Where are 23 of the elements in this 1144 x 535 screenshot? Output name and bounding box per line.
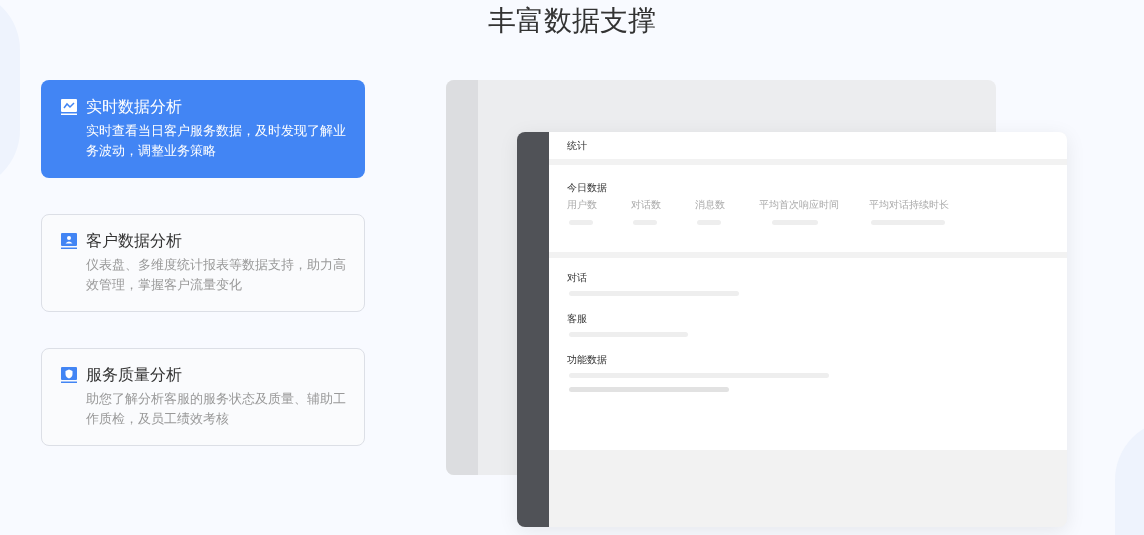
section-label: 客服 xyxy=(567,313,587,325)
feature-description: 助您了解分析客服的服务状态及质量、辅助工作质检，及员工绩效考核 xyxy=(86,390,347,428)
window-title: 统计 xyxy=(567,139,587,153)
section-label: 对话 xyxy=(567,272,587,284)
feature-card[interactable]: 实时数据分析 实时查看当日客户服务数据，及时发现了解业务波动，调整业务策略 xyxy=(41,80,365,178)
person-icon xyxy=(60,232,78,249)
feature-card[interactable]: 服务质量分析 助您了解分析客服的服务状态及质量、辅助工作质检，及员工绩效考核 xyxy=(41,348,365,446)
chart-icon xyxy=(60,98,78,115)
feature-description: 实时查看当日客户服务数据，及时发现了解业务波动，调整业务策略 xyxy=(86,122,347,160)
feature-description: 仪表盘、多维度统计报表等数据支持，助力高效管理，掌握客户流量变化 xyxy=(86,256,347,294)
section-heading: 丰富数据支撑 xyxy=(488,4,656,38)
stat-label: 对话数 xyxy=(631,199,662,211)
stat-label: 消息数 xyxy=(695,199,726,211)
stat-label: 平均对话持续时长 xyxy=(869,199,950,211)
feature-card[interactable]: 客户数据分析 仪表盘、多维度统计报表等数据支持，助力高效管理，掌握客户流量变化 xyxy=(41,214,365,312)
stat-label: 用户数 xyxy=(567,199,598,211)
feature-title: 服务质量分析 xyxy=(86,365,183,385)
stat-label: 平均首次响应时间 xyxy=(759,199,840,211)
feature-title: 实时数据分析 xyxy=(86,97,183,117)
shield-icon xyxy=(60,366,78,383)
section-label: 今日数据 xyxy=(567,181,608,195)
section-label: 功能数据 xyxy=(567,354,607,366)
feature-title: 客户数据分析 xyxy=(86,231,183,251)
